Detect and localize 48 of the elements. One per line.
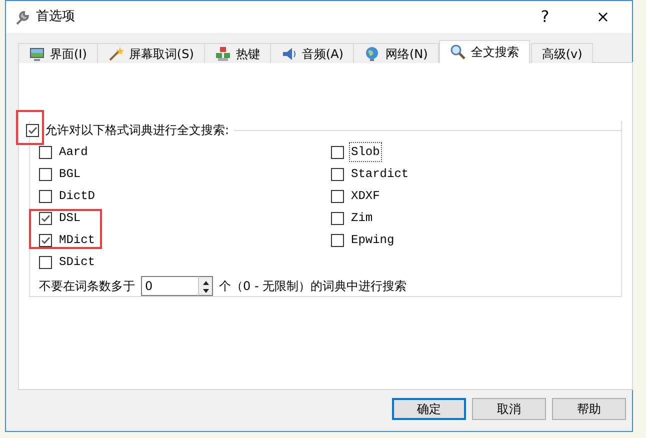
checkbox-label: DictD: [58, 188, 96, 205]
tab[interactable]: 屏幕取词(S): [96, 43, 205, 63]
window-title: 首选项: [36, 8, 75, 26]
checkbox-label: Zim: [350, 210, 374, 227]
limit-label: 个（0 - 无限制）的词典中进行搜索: [219, 278, 407, 295]
wand-icon: [108, 46, 124, 62]
monitor-icon: [29, 46, 45, 62]
checkbox[interactable]: [331, 168, 344, 180]
checkbox-label: 允许对以下格式词典进行全文搜索:: [45, 122, 230, 139]
checkbox[interactable]: [39, 256, 52, 268]
checkbox-label: Stardict: [350, 166, 410, 183]
checkbox[interactable]: [39, 146, 52, 158]
checkbox[interactable]: [39, 234, 52, 246]
dialog-button[interactable]: 取消: [472, 398, 546, 420]
checkbox[interactable]: [331, 234, 344, 246]
globe-icon: [364, 46, 380, 62]
tab[interactable]: 网络(N): [353, 43, 439, 63]
checkbox-label: Aard: [58, 144, 89, 161]
tab[interactable]: 高级(v): [530, 43, 594, 63]
keyboard-icon: [214, 46, 231, 62]
checkbox-label: XDXF: [350, 188, 381, 205]
checkbox[interactable]: [39, 212, 52, 224]
tab[interactable]: 全文搜索: [438, 40, 530, 63]
spin-arrows-icon[interactable]: [198, 276, 213, 296]
limit-label: 不要在词条数多于: [39, 278, 135, 295]
checkbox-label: Epwing: [350, 232, 396, 249]
close-button[interactable]: ×: [580, 2, 626, 32]
tab[interactable]: 音频(A): [270, 43, 354, 63]
checkbox-label: BGL: [58, 166, 82, 183]
tab[interactable]: 热键: [204, 43, 271, 63]
checkbox-label: DSL: [58, 210, 82, 227]
checkbox-label: MDict: [58, 232, 96, 249]
number-field[interactable]: 0: [141, 276, 198, 296]
wrench-icon: [14, 10, 30, 26]
speaker-icon: [280, 46, 297, 62]
checkbox[interactable]: [331, 190, 344, 202]
checkbox[interactable]: [39, 190, 52, 202]
checkbox[interactable]: [331, 146, 344, 158]
help-button[interactable]: ?: [522, 2, 568, 32]
search-icon: [450, 44, 466, 60]
checkbox-label: SDict: [58, 254, 96, 271]
checkbox[interactable]: [331, 212, 344, 224]
checkbox[interactable]: [26, 124, 39, 136]
checkbox[interactable]: [39, 168, 52, 180]
checkbox-label: Slob: [349, 142, 382, 162]
dialog-button[interactable]: 帮助: [552, 398, 626, 420]
dialog-button[interactable]: 确定: [392, 398, 466, 420]
tab[interactable]: 界面(I): [18, 43, 98, 63]
